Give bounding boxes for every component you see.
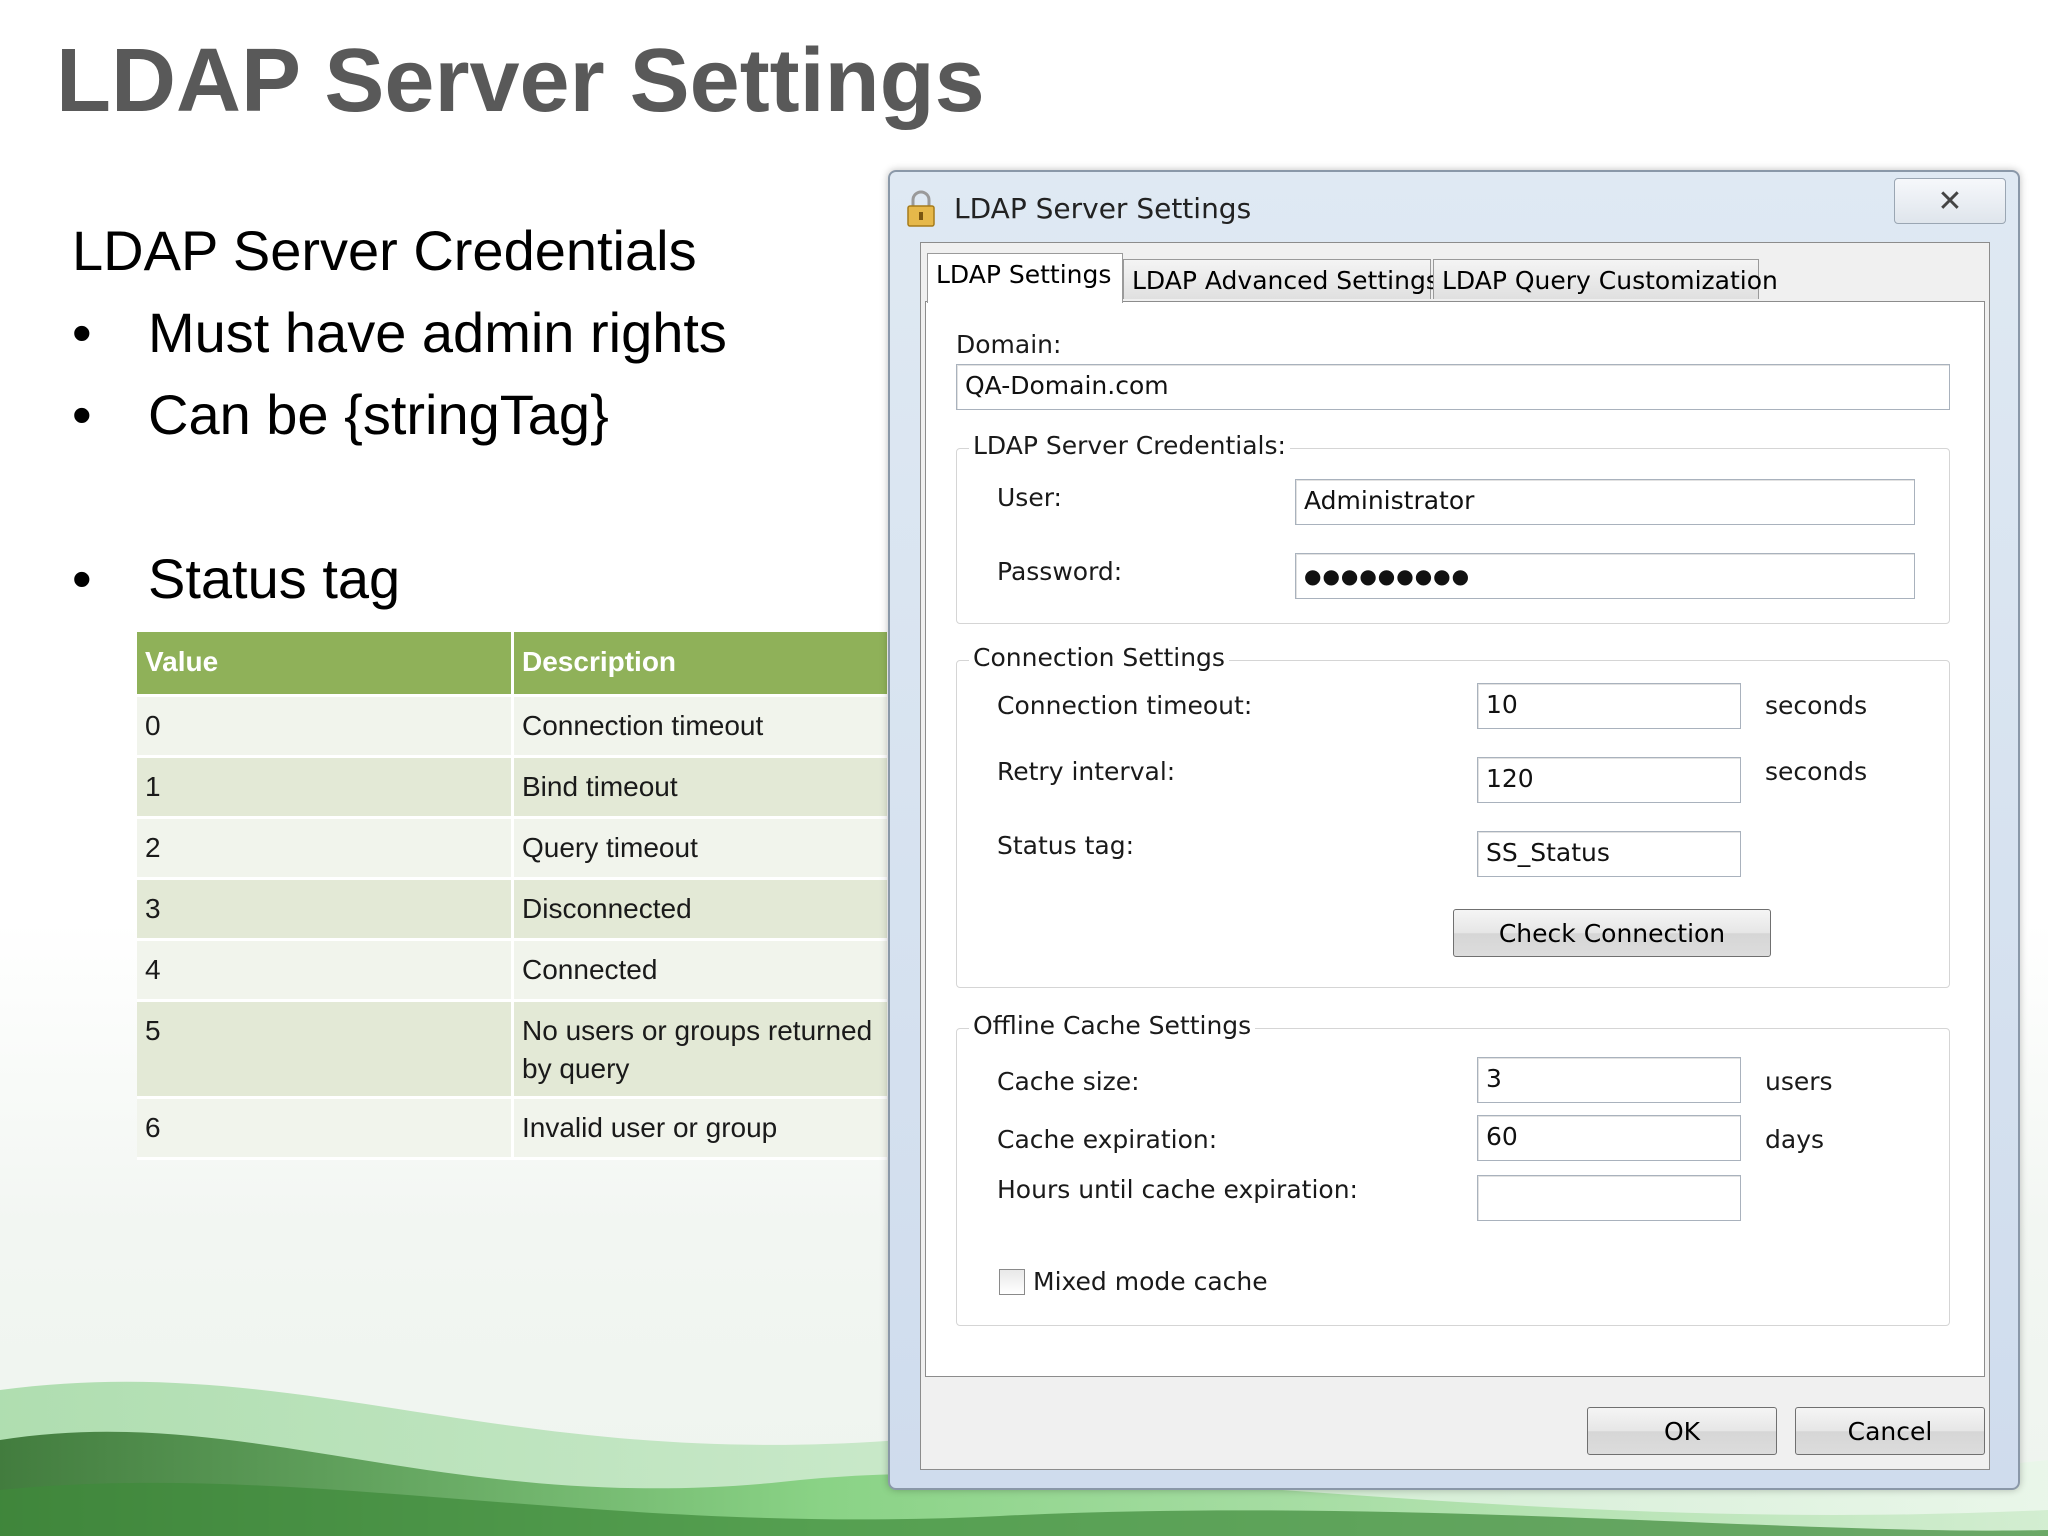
user-label: User: bbox=[997, 483, 1062, 512]
cache-size-input[interactable]: 3 bbox=[1477, 1057, 1741, 1103]
password-label: Password: bbox=[997, 557, 1123, 586]
column-header-value: Value bbox=[137, 632, 514, 697]
check-connection-button[interactable]: Check Connection bbox=[1453, 909, 1771, 957]
bullet-dot: • bbox=[72, 301, 92, 364]
connection-settings-title: Connection Settings bbox=[969, 643, 1229, 672]
table-row: 0 Connection timeout bbox=[137, 695, 887, 758]
close-button[interactable]: ✕ bbox=[1894, 178, 2006, 224]
bullet-text: Can be {stringTag} bbox=[148, 383, 609, 446]
hours-until-expiration-label: Hours until cache expiration: bbox=[997, 1175, 1358, 1204]
domain-input[interactable]: QA-Domain.com bbox=[956, 364, 1950, 410]
table-row: 4 Connected bbox=[137, 939, 887, 1002]
offline-cache-title: Offline Cache Settings bbox=[969, 1011, 1256, 1040]
cell-description: Invalid user or group bbox=[512, 1097, 887, 1160]
lock-icon bbox=[907, 190, 935, 227]
cell-description: Disconnected bbox=[512, 878, 887, 941]
connection-settings-group: Connection Settings Connection timeout: … bbox=[956, 643, 1950, 988]
slide-title: LDAP Server Settings bbox=[56, 31, 985, 131]
connection-timeout-input[interactable]: 10 bbox=[1477, 683, 1741, 729]
tab-ldap-settings[interactable]: LDAP Settings bbox=[927, 253, 1123, 303]
tab-ldap-advanced-settings[interactable]: LDAP Advanced Settings bbox=[1123, 259, 1439, 299]
offline-cache-group: Offline Cache Settings Cache size: 3 use… bbox=[956, 1011, 1950, 1326]
retry-interval-unit: seconds bbox=[1765, 757, 1868, 786]
dialog-title: LDAP Server Settings bbox=[954, 192, 1252, 225]
table-row: 2 Query timeout bbox=[137, 817, 887, 880]
table-row: 5 No users or groups returned by query bbox=[137, 1000, 887, 1099]
credentials-group: LDAP Server Credentials: User: Administr… bbox=[956, 431, 1950, 624]
credentials-group-title: LDAP Server Credentials: bbox=[969, 431, 1290, 460]
cell-value: 3 bbox=[137, 878, 514, 941]
cache-expiration-input[interactable]: 60 bbox=[1477, 1115, 1741, 1161]
status-table: Value Description 0 Connection timeout 1… bbox=[137, 632, 887, 1160]
table-row: 6 Invalid user or group bbox=[137, 1097, 887, 1160]
connection-timeout-label: Connection timeout: bbox=[997, 691, 1253, 720]
password-input[interactable]: ●●●●●●●●● bbox=[1295, 553, 1915, 599]
cell-description: Query timeout bbox=[512, 817, 887, 880]
domain-label: Domain: bbox=[956, 330, 1062, 359]
hours-until-expiration-input bbox=[1477, 1175, 1741, 1221]
mixed-mode-cache-label[interactable]: Mixed mode cache bbox=[1033, 1267, 1268, 1296]
cell-value: 6 bbox=[137, 1097, 514, 1160]
cache-size-unit: users bbox=[1765, 1067, 1833, 1096]
cell-value: 4 bbox=[137, 939, 514, 1002]
tab-ldap-query-customization[interactable]: LDAP Query Customization bbox=[1433, 259, 1778, 299]
cell-value: 5 bbox=[137, 1000, 514, 1099]
cache-expiration-unit: days bbox=[1765, 1125, 1825, 1154]
table-row: 1 Bind timeout bbox=[137, 756, 887, 819]
mixed-mode-cache-checkbox[interactable] bbox=[999, 1269, 1025, 1295]
cache-size-label: Cache size: bbox=[997, 1067, 1140, 1096]
cell-value: 0 bbox=[137, 695, 514, 758]
bullet-dot: • bbox=[72, 547, 92, 610]
user-input[interactable]: Administrator bbox=[1295, 479, 1915, 525]
retry-interval-input[interactable]: 120 bbox=[1477, 757, 1741, 803]
cell-description: No users or groups returned by query bbox=[512, 1000, 887, 1099]
bullet-text: Status tag bbox=[148, 547, 401, 610]
cell-value: 1 bbox=[137, 756, 514, 819]
status-tag-input[interactable]: SS_Status bbox=[1477, 831, 1741, 877]
table-header-row: Value Description bbox=[137, 632, 887, 697]
cell-description: Bind timeout bbox=[512, 756, 887, 819]
retry-interval-label: Retry interval: bbox=[997, 757, 1176, 786]
slide-subtitle: LDAP Server Credentials bbox=[72, 219, 697, 282]
dialog-client-area: LDAP Settings LDAP Advanced Settings LDA… bbox=[920, 242, 1990, 1470]
cell-value: 2 bbox=[137, 817, 514, 880]
cache-expiration-label: Cache expiration: bbox=[997, 1125, 1218, 1154]
status-tag-label: Status tag: bbox=[997, 831, 1135, 860]
bullet-dot: • bbox=[72, 383, 92, 446]
tab-panel: Domain: QA-Domain.com LDAP Server Creden… bbox=[925, 301, 1985, 1377]
cell-description: Connection timeout bbox=[512, 695, 887, 758]
cancel-button[interactable]: Cancel bbox=[1795, 1407, 1985, 1455]
ldap-settings-dialog: LDAP Server Settings ✕ LDAP Settings LDA… bbox=[888, 170, 2020, 1490]
cell-description: Connected bbox=[512, 939, 887, 1002]
bullet-text: Must have admin rights bbox=[148, 301, 727, 364]
connection-timeout-unit: seconds bbox=[1765, 691, 1868, 720]
close-icon: ✕ bbox=[1937, 183, 1963, 219]
table-row: 3 Disconnected bbox=[137, 878, 887, 941]
ok-button[interactable]: OK bbox=[1587, 1407, 1777, 1455]
column-header-description: Description bbox=[512, 632, 887, 697]
